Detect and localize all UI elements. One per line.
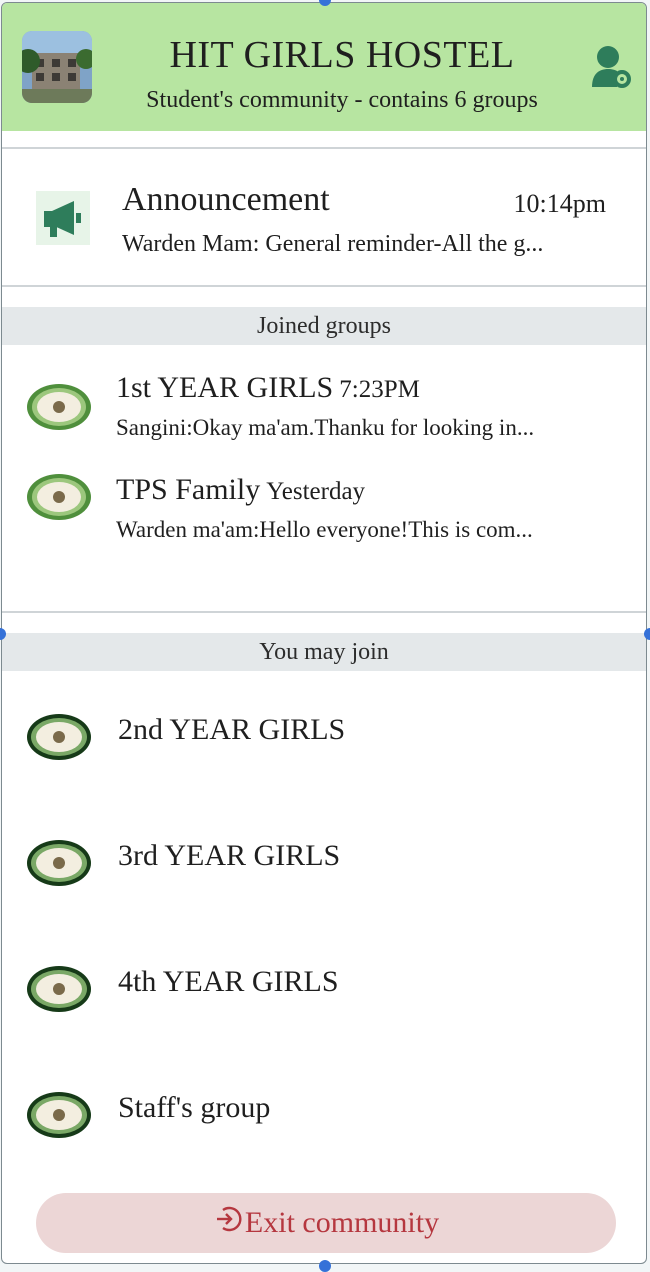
joined-group-item[interactable]: TPS Family Yesterday Warden ma'am:Hello e… bbox=[2, 473, 646, 563]
group-time: 7:23PM bbox=[339, 376, 420, 403]
you-may-join-header: You may join bbox=[2, 633, 646, 671]
group-emblem-icon bbox=[26, 965, 92, 1013]
joinable-group-item[interactable]: 3rd YEAR GIRLS bbox=[2, 829, 646, 899]
group-emblem-icon bbox=[26, 839, 92, 887]
divider bbox=[2, 285, 646, 287]
joined-group-item[interactable]: 1st YEAR GIRLS 7:23PM Sangini:Okay ma'am.… bbox=[2, 371, 646, 461]
announcement-time: 10:14pm bbox=[513, 189, 606, 218]
group-name: Staff's group bbox=[118, 1091, 271, 1124]
group-last-message: Sangini:Okay ma'am.Thanku for looking in… bbox=[116, 415, 535, 440]
person-gear-icon[interactable] bbox=[588, 43, 632, 91]
joinable-group-item[interactable]: 2nd YEAR GIRLS bbox=[2, 703, 646, 773]
group-emblem-icon bbox=[26, 713, 92, 761]
group-emblem-icon bbox=[26, 383, 92, 431]
joined-group-title: TPS Family Yesterday bbox=[116, 473, 365, 507]
announcement-row[interactable]: Announcement 10:14pm Warden Mam: General… bbox=[2, 153, 646, 283]
group-name: 4th YEAR GIRLS bbox=[118, 965, 339, 998]
group-name: 3rd YEAR GIRLS bbox=[118, 839, 341, 872]
resize-handle-bottom[interactable] bbox=[319, 1260, 331, 1272]
joinable-group-item[interactable]: 4th YEAR GIRLS bbox=[2, 955, 646, 1025]
group-emblem-icon bbox=[26, 473, 92, 521]
announcement-title: Announcement bbox=[122, 181, 330, 218]
community-header: HIT GIRLS HOSTEL Student's community - c… bbox=[2, 3, 646, 131]
exit-community-button[interactable]: Exit community bbox=[36, 1193, 616, 1253]
group-name: 1st YEAR GIRLS bbox=[116, 371, 334, 404]
joined-groups-header: Joined groups bbox=[2, 307, 646, 345]
community-photo[interactable] bbox=[22, 31, 92, 103]
joinable-group-item[interactable]: Staff's group bbox=[2, 1081, 646, 1151]
group-time: Yesterday bbox=[266, 478, 366, 505]
exit-label: Exit community bbox=[244, 1206, 440, 1239]
announcement-preview: Warden Mam: General reminder-All the g..… bbox=[122, 231, 544, 257]
exit-icon bbox=[213, 1195, 243, 1255]
megaphone-icon bbox=[36, 191, 90, 245]
divider bbox=[2, 611, 646, 613]
resize-handle-right[interactable] bbox=[644, 628, 650, 640]
divider bbox=[2, 147, 646, 149]
community-panel: HIT GIRLS HOSTEL Student's community - c… bbox=[1, 2, 647, 1264]
group-last-message: Warden ma'am:Hello everyone!This is com.… bbox=[116, 517, 533, 542]
group-emblem-icon bbox=[26, 1091, 92, 1139]
group-name: TPS Family bbox=[116, 473, 261, 506]
joined-group-title: 1st YEAR GIRLS 7:23PM bbox=[116, 371, 420, 405]
community-title: HIT GIRLS HOSTEL bbox=[169, 34, 515, 76]
group-name: 2nd YEAR GIRLS bbox=[118, 713, 346, 746]
community-subtitle: Student's community - contains 6 groups bbox=[146, 87, 538, 113]
